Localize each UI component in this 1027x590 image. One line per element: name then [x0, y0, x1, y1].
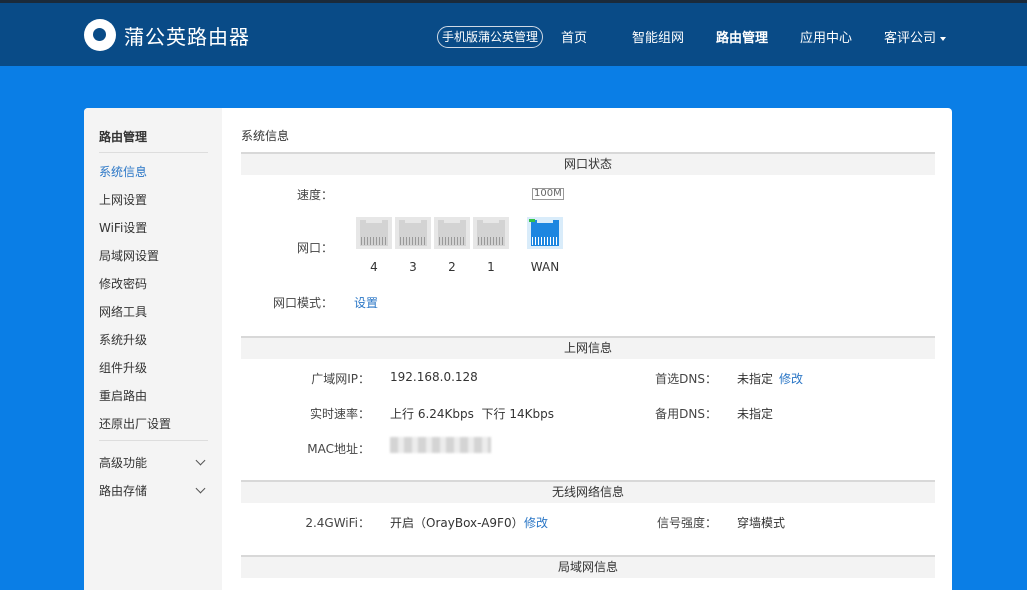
ports-label: 网口： [296, 241, 333, 255]
sidebar-item-factory-reset[interactable]: 还原出厂设置 [99, 415, 171, 432]
nav-smart-network[interactable]: 智能组网 [632, 27, 684, 46]
port-number: 1 [487, 260, 495, 274]
page-title: 系统信息 [241, 129, 290, 143]
sidebar-title: 路由管理 [99, 130, 148, 144]
port-mode-label: 网口模式： [272, 296, 333, 310]
sidebar-item-reboot-router[interactable]: 重启路由 [99, 387, 147, 404]
sidebar-item-system-upgrade[interactable]: 系统升级 [99, 331, 147, 348]
nav-home[interactable]: 首页 [561, 27, 587, 46]
secondary-dns-value: 未指定 [737, 407, 774, 421]
sidebar-item-internet-settings[interactable]: 上网设置 [99, 191, 147, 208]
top-navigation-bar: 蒲公英路由器 手机版蒲公英管理 首页 智能组网 路由管理 应用中心 客评公司 [0, 0, 1027, 66]
wan-ip-value: 192.168.0.128 [390, 370, 478, 384]
lan-port-4-icon [356, 217, 392, 249]
internet-info-heading: 上网信息 [241, 336, 935, 359]
wifi-24g-value: 开启（OrayBox-A9F0） [390, 516, 524, 530]
signal-strength-value: 穿墙模式 [737, 516, 786, 530]
sidebar-item-lan-settings[interactable]: 局域网设置 [99, 247, 159, 264]
port-mode-settings-link[interactable]: 设置 [354, 294, 378, 311]
sidebar-item-wifi-settings[interactable]: WiFi设置 [99, 219, 147, 236]
sidebar-item-change-password[interactable]: 修改密码 [99, 275, 147, 292]
port-number: WAN [530, 260, 560, 274]
chevron-down-icon[interactable] [195, 455, 206, 466]
sidebar-group-advanced[interactable]: 高级功能 [99, 454, 147, 471]
port-number: 3 [409, 260, 417, 274]
wifi-24g-label: 2.4GWiFi： [305, 516, 370, 530]
brand-name: 蒲公英路由器 [124, 24, 250, 49]
brand-logo[interactable]: 蒲公英路由器 [84, 19, 250, 51]
chevron-down-icon[interactable] [195, 483, 206, 494]
nav-app-center[interactable]: 应用中心 [800, 27, 852, 46]
lan-port-2-icon [434, 217, 470, 249]
nav-router-management[interactable]: 路由管理 [716, 27, 768, 46]
sidebar-group-storage[interactable]: 路由存储 [99, 482, 147, 499]
sidebar-item-network-tools[interactable]: 网络工具 [99, 303, 147, 320]
wan-port-icon [527, 217, 563, 249]
mac-address-redacted [390, 437, 491, 453]
dandelion-logo-icon [84, 19, 116, 51]
lan-info-heading: 局域网信息 [241, 555, 935, 578]
secondary-dns-label: 备用DNS： [655, 407, 717, 421]
port-number: 2 [448, 260, 456, 274]
signal-strength-label: 信号强度： [656, 516, 717, 530]
sidebar-item-component-upgrade[interactable]: 组件升级 [99, 359, 147, 376]
edit-wifi-link[interactable]: 修改 [524, 514, 548, 531]
wireless-info-heading: 无线网络信息 [241, 480, 935, 503]
link-led-icon [529, 219, 535, 222]
edit-dns-link[interactable]: 修改 [779, 370, 803, 387]
speed-label: 速度： [296, 188, 333, 202]
sidebar-item-system-info[interactable]: 系统信息 [99, 163, 147, 180]
account-name: 客评公司 [884, 31, 937, 46]
lan-port-3-icon [395, 217, 431, 249]
realtime-rate-value: 上行 6.24Kbps 下行 14Kbps [390, 407, 554, 421]
mac-address-label: MAC地址： [307, 442, 370, 456]
realtime-rate-label: 实时速率： [309, 407, 370, 421]
caret-down-icon [940, 36, 947, 41]
wan-ip-label: 广域网IP： [311, 372, 370, 386]
primary-dns-value: 未指定 [737, 372, 774, 386]
content-card: 路由管理 系统信息 上网设置 WiFi设置 局域网设置 修改密码 网络工具 系统… [84, 108, 952, 590]
port-status-heading: 网口状态 [241, 152, 935, 175]
account-menu[interactable]: 客评公司 [884, 27, 947, 46]
speed-badge: 100M [532, 188, 564, 200]
sidebar-divider [99, 440, 208, 441]
sidebar-divider [99, 152, 208, 153]
port-number: 4 [370, 260, 378, 274]
lan-port-1-icon [473, 217, 509, 249]
primary-dns-label: 首选DNS： [655, 372, 717, 386]
sidebar: 路由管理 系统信息 上网设置 WiFi设置 局域网设置 修改密码 网络工具 系统… [84, 108, 222, 590]
mobile-management-link[interactable]: 手机版蒲公英管理 [437, 26, 544, 48]
